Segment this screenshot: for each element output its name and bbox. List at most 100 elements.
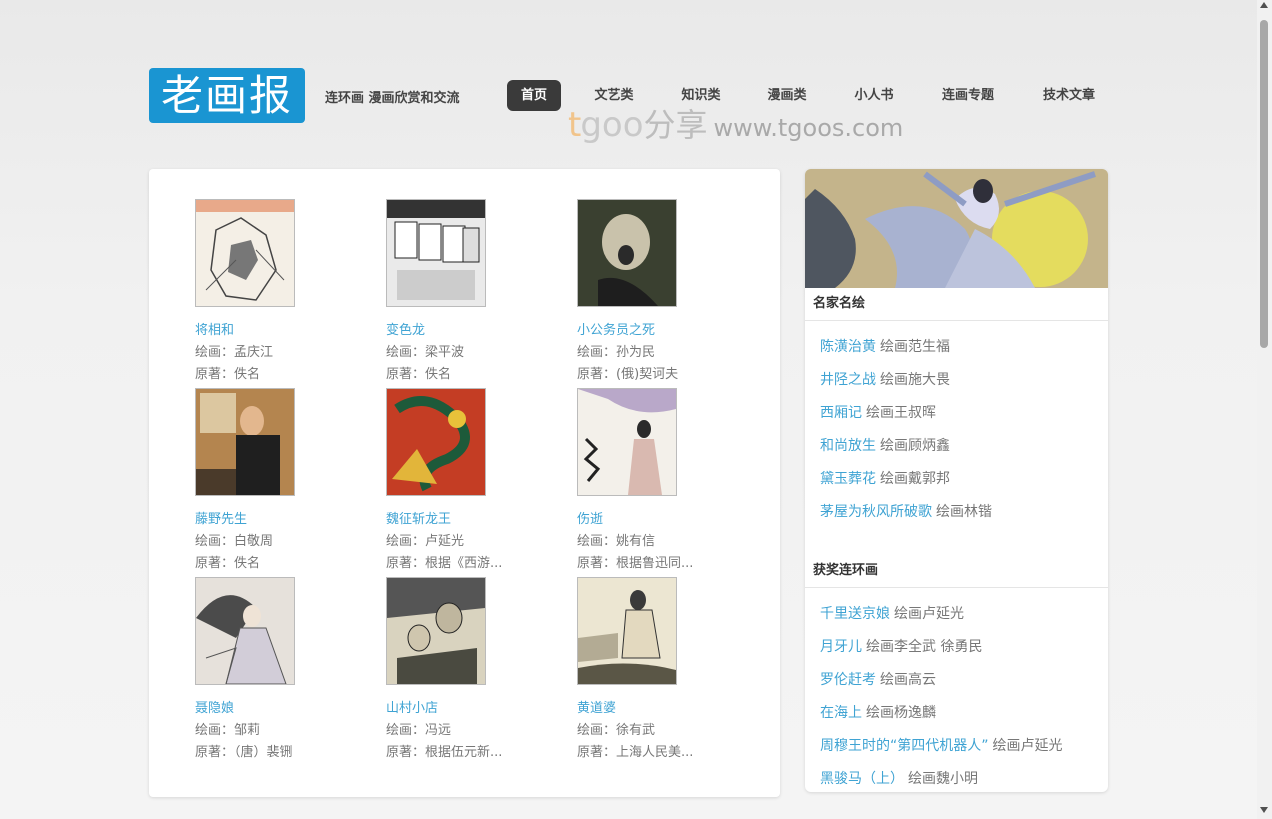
sidebar-item-meta: 绘画林锴 (936, 504, 992, 520)
sidebar-item-meta: 绘画卢延光 (992, 738, 1063, 754)
book-artist: 绘画：孙为民 (577, 345, 656, 360)
sidebar-banner-image (805, 169, 1108, 288)
book-original: 原著：（唐）裴铏 (195, 745, 293, 760)
book-card: 伤逝 绘画：姚有信 原著：根据鲁迅同... (577, 388, 747, 571)
sidebar-item[interactable]: 井陉之战 绘画施大畏 (820, 369, 950, 389)
sidebar-item-title[interactable]: 在海上 (820, 705, 862, 721)
book-card: 变色龙 绘画：梁平波 原著：佚名 (386, 199, 556, 382)
book-title[interactable]: 藤野先生 (195, 508, 365, 527)
book-title[interactable]: 小公务员之死 (577, 319, 747, 338)
book-original: 原著：佚名 (386, 367, 452, 382)
sidebar-item[interactable]: 千里送京娘 绘画卢延光 (820, 603, 964, 623)
book-card: 小公务员之死 绘画：孙为民 原著：(俄)契诃夫 (577, 199, 747, 382)
scroll-thumb[interactable] (1260, 20, 1268, 348)
sidebar-item-title[interactable]: 周穆王时的“第四代机器人” (820, 738, 989, 754)
book-artist: 绘画：邹莉 (195, 723, 261, 738)
sidebar-item[interactable]: 黑骏马（上） 绘画魏小明 (820, 768, 978, 788)
site-logo[interactable]: 老画报 (149, 68, 305, 123)
watermark-goo: goo (580, 105, 644, 145)
book-card: 聂隐娘 绘画：邹莉 原著：（唐）裴铏 (195, 577, 365, 760)
book-original: 原著：佚名 (195, 367, 261, 382)
book-original: 原著：佚名 (195, 556, 261, 571)
sidebar-item-meta: 绘画施大畏 (880, 372, 950, 388)
book-cover[interactable] (577, 388, 677, 496)
book-title[interactable]: 魏征斩龙王 (386, 508, 556, 527)
sidebar-item[interactable]: 茅屋为秋风所破歌 绘画林锴 (820, 501, 992, 521)
book-title[interactable]: 伤逝 (577, 508, 747, 527)
sidebar-item-title[interactable]: 陈潢治黄 (820, 339, 876, 355)
book-original: 原著：根据《西游... (386, 556, 503, 571)
page-scrollbar[interactable] (1257, 0, 1272, 819)
book-card: 魏征斩龙王 绘画：卢延光 原著：根据《西游... (386, 388, 556, 571)
book-card: 藤野先生 绘画：白敬周 原著：佚名 (195, 388, 365, 571)
sidebar-item[interactable]: 陈潢治黄 绘画范生福 (820, 336, 950, 356)
book-grid-panel: 将相和 绘画：孟庆江 原著：佚名 变色龙 绘画：梁平波 原著：佚名 小公务员之死… (149, 169, 780, 797)
sidebar-item-title[interactable]: 黑骏马（上） (820, 771, 904, 787)
nav-home[interactable]: 首页 (507, 80, 561, 111)
sidebar-item[interactable]: 罗伦赶考 绘画高云 (820, 669, 936, 689)
book-cover[interactable] (386, 388, 486, 496)
nav-tech-articles[interactable]: 技术文章 (1035, 80, 1103, 111)
sidebar-item[interactable]: 月牙儿 绘画李全武 徐勇民 (820, 636, 982, 656)
book-artist: 绘画：冯远 (386, 723, 452, 738)
sidebar-item-meta: 绘画高云 (880, 672, 936, 688)
book-title[interactable]: 黄道婆 (577, 697, 747, 716)
sidebar-item[interactable]: 在海上 绘画杨逸麟 (820, 702, 936, 722)
sidebar-item-meta: 绘画戴郭邦 (880, 471, 950, 487)
sidebar-item-title[interactable]: 黛玉葬花 (820, 471, 876, 487)
sidebar-item-meta: 绘画顾炳鑫 (880, 438, 950, 454)
sidebar-item[interactable]: 西厢记 绘画王叔晖 (820, 402, 936, 422)
sidebar-item-title[interactable]: 井陉之战 (820, 372, 876, 388)
sidebar-item-meta: 绘画王叔晖 (866, 405, 936, 421)
book-original: 原著：根据鲁迅同... (577, 556, 694, 571)
book-card: 山村小店 绘画：冯远 原著：根据伍元新... (386, 577, 556, 760)
book-cover[interactable] (386, 199, 486, 307)
book-cover[interactable] (195, 577, 295, 685)
watermark: tgoo分享 www.tgoos.com (568, 100, 904, 145)
sidebar: 名家名绘 陈潢治黄 绘画范生福 井陉之战 绘画施大畏 西厢记 绘画王叔晖 和尚放生 绘画… (805, 169, 1108, 792)
nav-topics[interactable]: 连画专题 (936, 80, 1000, 111)
book-artist: 绘画：孟庆江 (195, 345, 274, 360)
sidebar-item-title[interactable]: 茅屋为秋风所破歌 (820, 504, 932, 520)
sidebar-item[interactable]: 周穆王时的“第四代机器人” 绘画卢延光 (820, 735, 1063, 755)
book-artist: 绘画：卢延光 (386, 534, 465, 549)
sidebar-item-meta: 绘画范生福 (880, 339, 950, 355)
book-original: 原著：根据伍元新... (386, 745, 503, 760)
book-cover[interactable] (386, 577, 486, 685)
book-title[interactable]: 将相和 (195, 319, 365, 338)
watermark-t: t (568, 105, 581, 145)
book-artist: 绘画：白敬周 (195, 534, 274, 549)
watermark-url: www.tgoos.com (713, 114, 904, 142)
book-card: 黄道婆 绘画：徐有武 原著：上海人民美... (577, 577, 747, 760)
sidebar-item[interactable]: 黛玉葬花 绘画戴郭邦 (820, 468, 950, 488)
book-cover[interactable] (577, 577, 677, 685)
sidebar-item-title[interactable]: 西厢记 (820, 405, 862, 421)
sidebar-item-meta: 绘画李全武 徐勇民 (866, 639, 983, 655)
sidebar-item-meta: 绘画魏小明 (908, 771, 978, 787)
book-title[interactable]: 变色龙 (386, 319, 556, 338)
book-artist: 绘画：姚有信 (577, 534, 656, 549)
sidebar-item-meta: 绘画杨逸麟 (866, 705, 936, 721)
book-cover[interactable] (577, 199, 677, 307)
book-artist: 绘画：徐有武 (577, 723, 656, 738)
scroll-down-arrow-icon[interactable] (1260, 807, 1268, 813)
sidebar-item-title[interactable]: 千里送京娘 (820, 606, 890, 622)
sidebar-item-title[interactable]: 月牙儿 (820, 639, 862, 655)
sidebar-section-heading: 名家名绘 (805, 288, 1108, 321)
book-title[interactable]: 聂隐娘 (195, 697, 365, 716)
book-cover[interactable] (195, 199, 295, 307)
watermark-cn: 分享 (643, 106, 708, 144)
book-artist: 绘画：梁平波 (386, 345, 465, 360)
sidebar-item-title[interactable]: 罗伦赶考 (820, 672, 876, 688)
book-cover[interactable] (195, 388, 295, 496)
sidebar-item[interactable]: 和尚放生 绘画顾炳鑫 (820, 435, 950, 455)
book-card: 将相和 绘画：孟庆江 原著：佚名 (195, 199, 365, 382)
sidebar-item-title[interactable]: 和尚放生 (820, 438, 876, 454)
sidebar-item-meta: 绘画卢延光 (894, 606, 964, 622)
site-tagline: 连环画 漫画欣赏和交流 (325, 91, 460, 106)
book-title[interactable]: 山村小店 (386, 697, 556, 716)
book-original: 原著：(俄)契诃夫 (577, 367, 679, 382)
sidebar-section-heading: 获奖连环画 (805, 555, 1108, 588)
scroll-up-arrow-icon[interactable] (1260, 2, 1268, 8)
book-original: 原著：上海人民美... (577, 745, 694, 760)
